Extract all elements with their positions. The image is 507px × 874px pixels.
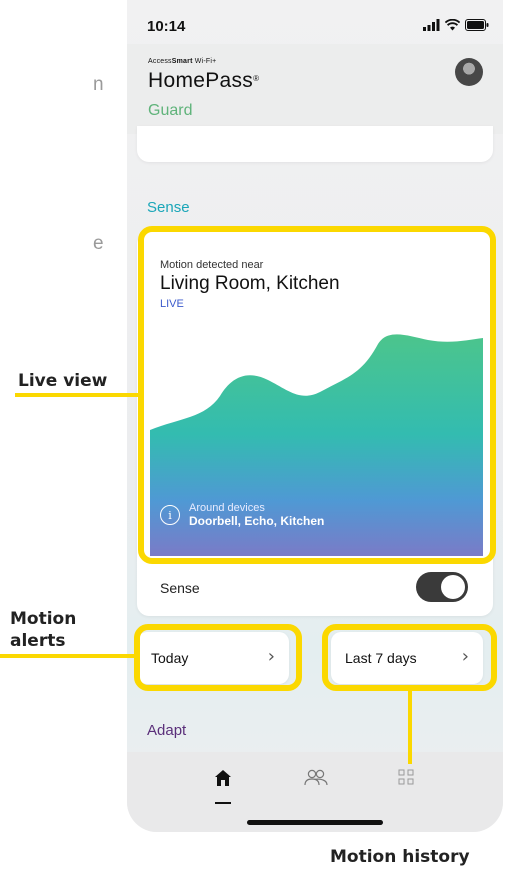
active-tab-indicator [215,802,231,804]
section-title-sense: Sense [147,199,190,216]
motion-history-connector [408,690,412,764]
section-title-guard: Guard [148,102,193,119]
home-indicator [247,820,383,825]
app-header: AccessSmart Wi-Fi+ HomePass® Guard [127,44,503,134]
sense-toggle[interactable] [416,572,468,602]
cellular-signal-icon [423,19,440,31]
live-view-highlight [138,226,496,564]
cropped-text-fragment: n [93,74,104,95]
status-icons [423,19,489,31]
guard-card[interactable] [137,126,493,162]
brand-logo: HomePass® [148,69,260,92]
status-bar: 10:14 [127,0,503,44]
live-view-callout: Live view [18,371,108,391]
status-time: 10:14 [147,18,186,35]
toggle-knob [441,575,465,599]
motion-history-callout: Motion history [330,847,470,867]
brand-tagline: AccessSmart Wi-Fi+ [148,58,217,65]
live-view-connector [15,393,139,397]
today-highlight [134,624,302,691]
home-icon[interactable] [213,768,233,788]
last-7-days-highlight [322,624,497,691]
sense-toggle-label: Sense [160,580,200,596]
bottom-nav [127,752,503,832]
grid-icon[interactable] [397,768,415,786]
people-icon[interactable] [304,768,328,788]
avatar[interactable] [455,58,483,86]
cropped-text-fragment: e [93,233,104,254]
motion-alerts-connector [0,654,134,658]
battery-icon [465,19,489,31]
wifi-icon [445,19,460,31]
motion-alerts-callout: Motion alerts [10,609,77,651]
section-title-adapt: Adapt [147,722,187,739]
